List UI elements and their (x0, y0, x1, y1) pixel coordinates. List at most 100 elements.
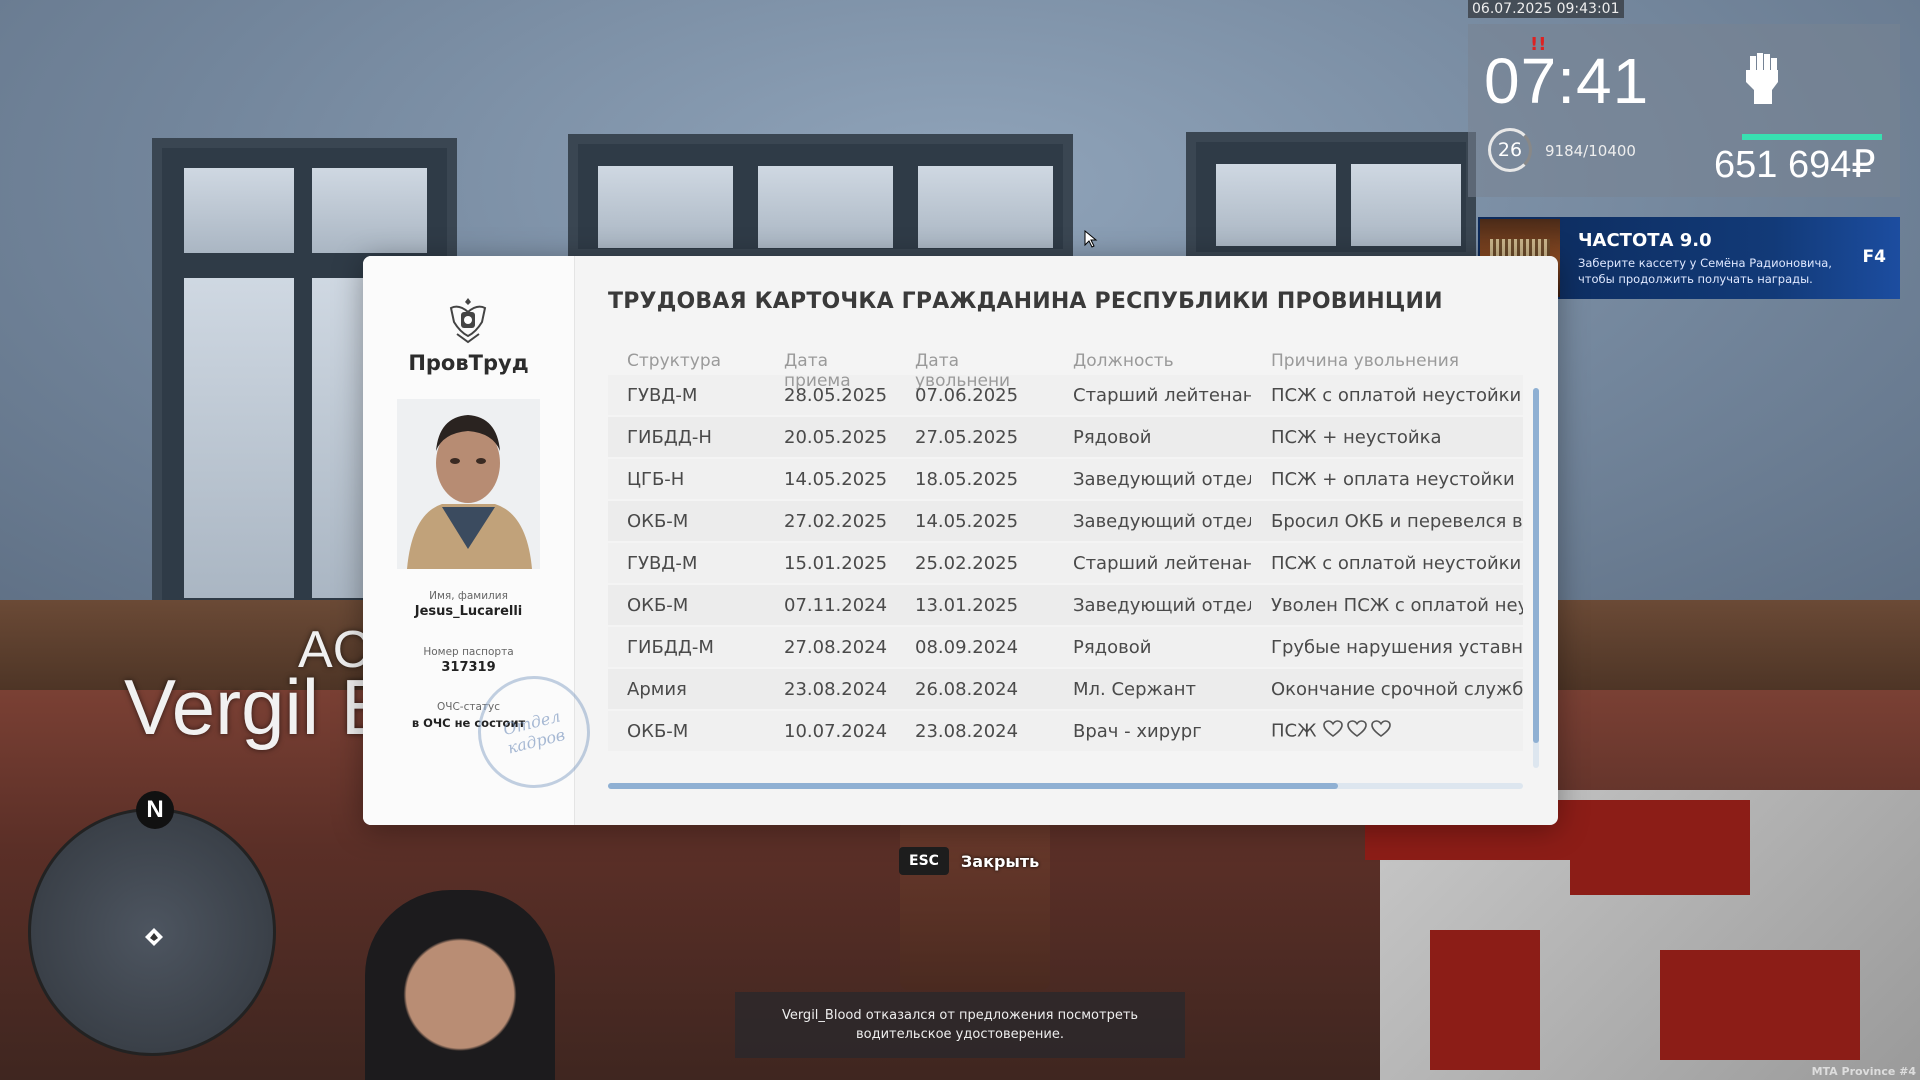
cell-text: Окончание срочной службы. (1271, 678, 1523, 700)
fist-icon (1738, 50, 1786, 119)
table-cell: ГУВД-М (608, 553, 765, 574)
esc-key[interactable]: ESC (899, 847, 949, 875)
vertical-scrollbar[interactable] (1533, 388, 1539, 768)
hud-panel: !! 07:41 26 9184/10400 651 694₽ (1468, 24, 1900, 197)
column-header: Дата приема (784, 351, 851, 391)
table-cell: ОКБ-М (608, 595, 765, 616)
passport-value: 317319 (441, 660, 496, 675)
money-balance: 651 694₽ (1714, 144, 1876, 186)
table-cell: Армия (608, 679, 765, 700)
cell-text: 27.02.2025 (784, 510, 888, 532)
citizen-photo (397, 399, 540, 569)
table-cell: 13.01.2025 (898, 595, 1056, 616)
cell-text: 26.08.2024 (915, 678, 1019, 700)
cell-text: Грубые нарушения уставных , (1271, 636, 1523, 658)
table-row[interactable]: ГИБДД-Н 20.05.2025 27.05.2025 Рядовой ПСЖ + … (608, 417, 1523, 457)
close-hint[interactable]: ESC Закрыть (899, 847, 1039, 875)
table-cell: 14.05.2025 (898, 511, 1056, 532)
column-header: Структура (627, 351, 722, 371)
table-cell: 10.07.2024 (765, 721, 898, 742)
cell-text: ПСЖ + неустойка (1271, 426, 1442, 448)
table-row[interactable]: Армия 23.08.2024 26.08.2024 Мл. Сержант Окон… (608, 669, 1523, 709)
table-cell: Старший лейтенант (1056, 553, 1251, 574)
table-cell: ПСЖ + оплата неустойки (1251, 469, 1523, 490)
table-cell: ОКБ-М (608, 721, 765, 742)
table-row[interactable]: ГИБДД-М 27.08.2024 08.09.2024 Рядовой Грубые… (608, 627, 1523, 667)
cell-text: ГИБДД-Н (627, 426, 712, 448)
cell-text: ГУВД-М (627, 552, 698, 574)
cell-text: 07.11.2024 (784, 594, 888, 616)
cell-text: Бросил ОКБ и перевелся в Ц (1271, 510, 1523, 532)
table-cell: 07.06.2025 (898, 385, 1056, 406)
cell-text: Заведующий отделе (1073, 468, 1251, 490)
table-cell: Грубые нарушения уставных , (1251, 637, 1523, 658)
cell-text: ПСЖ с оплатой неустойки (1271, 384, 1522, 406)
table-cell: 14.05.2025 (765, 469, 898, 490)
window-right (1186, 132, 1476, 262)
name-label: Имя, фамилия (429, 590, 508, 602)
table-cell: 08.09.2024 (898, 637, 1056, 658)
table-cell: 23.08.2024 (765, 679, 898, 700)
table-body[interactable]: ГУВД-М 28.05.2025 07.06.2025 Старший лейтен… (608, 375, 1523, 751)
horizontal-scrollbar[interactable] (608, 783, 1523, 789)
card-title: ТРУДОВАЯ КАРТОЧКА ГРАЖДАНИНА РЕСПУБЛИКИ … (608, 289, 1443, 314)
cell-text: 27.05.2025 (915, 426, 1019, 448)
table-row[interactable]: ГУВД-М 15.01.2025 25.02.2025 Старший лейтен… (608, 543, 1523, 583)
radio-subtitle: Заберите кассету у Семёна Радионовича, ч… (1578, 256, 1832, 286)
table-row[interactable]: ЦГБ-Н 14.05.2025 18.05.2025 Заведующий отде… (608, 459, 1523, 499)
level-badge: 26 (1488, 128, 1532, 172)
brand-title: ПровТруд (408, 351, 529, 375)
table-cell: ГИБДД-Н (608, 427, 765, 448)
cell-text: 14.05.2025 (784, 468, 888, 490)
cell-text: 15.01.2025 (784, 552, 888, 574)
table-cell: Окончание срочной службы. (1251, 679, 1523, 700)
table-cell: ГУВД-М (608, 385, 765, 406)
table-cell: 07.11.2024 (765, 595, 898, 616)
table-cell: 27.02.2025 (765, 511, 898, 532)
table-cell: 15.01.2025 (765, 553, 898, 574)
table-cell: ПСЖ с оплатой неустойки (1251, 385, 1523, 406)
close-label[interactable]: Закрыть (961, 852, 1039, 871)
notification-message: Vergil_Blood отказался от предложения по… (735, 992, 1185, 1058)
heart-icon (1370, 719, 1391, 743)
table-cell: 27.05.2025 (898, 427, 1056, 448)
world-label-name: Vergil B (124, 663, 393, 751)
heart-icon (1346, 719, 1367, 743)
cell-text: 14.05.2025 (915, 510, 1019, 532)
heart-icon (1322, 719, 1343, 743)
cell-text: ПСЖ + оплата неустойки (1271, 468, 1515, 490)
cell-text: 23.08.2024 (784, 678, 888, 700)
vertical-scroll-thumb[interactable] (1533, 388, 1539, 743)
table-cell: Старший лейтенант (1056, 385, 1251, 406)
table-row[interactable]: ОКБ-М 27.02.2025 14.05.2025 Заведующий отде… (608, 501, 1523, 541)
passport-label: Номер паспорта (423, 646, 514, 658)
horizontal-scroll-thumb[interactable] (608, 783, 1338, 789)
north-indicator: N (136, 791, 174, 829)
cell-text: Старший лейтенант (1073, 384, 1251, 406)
table-row[interactable]: ГУВД-М 28.05.2025 07.06.2025 Старший лейтен… (608, 375, 1523, 415)
coat-of-arms-icon (445, 294, 491, 346)
character-standing (900, 820, 1050, 990)
table-cell: 20.05.2025 (765, 427, 898, 448)
column-header: Должность (1073, 351, 1174, 371)
table-cell: Уволен ПСЖ с оплатой неуст (1251, 595, 1523, 616)
cell-text: Заведующий отделе (1073, 510, 1251, 532)
employment-table: Структура Дата приема Дата увольнени Должно… (608, 351, 1523, 751)
cell-text: 20.05.2025 (784, 426, 888, 448)
cell-text: 10.07.2024 (784, 720, 888, 742)
table-row[interactable]: ОКБ-М 07.11.2024 13.01.2025 Заведующий отде… (608, 585, 1523, 625)
table-cell: Бросил ОКБ и перевелся в Ц (1251, 511, 1523, 532)
table-cell: Рядовой (1056, 427, 1251, 448)
table-cell: Заведующий отделе (1056, 595, 1251, 616)
cell-text: Рядовой (1073, 426, 1152, 448)
crate-red (1660, 950, 1860, 1060)
window-middle (568, 134, 1073, 259)
work-card-modal: ПровТруд Имя, фамилия Jesus_Lucarelli Но… (363, 256, 1558, 825)
table-cell: 23.08.2024 (898, 721, 1056, 742)
name-value: Jesus_Lucarelli (414, 604, 523, 619)
table-cell: ПСЖ с оплатой неустойки (1251, 553, 1523, 574)
cell-text: Уволен ПСЖ с оплатой неуст (1271, 594, 1523, 616)
table-row[interactable]: ОКБ-М 10.07.2024 23.08.2024 Врач - хирург ПС… (608, 711, 1523, 751)
cell-text: ПСЖ (1271, 720, 1317, 741)
cell-text: ГУВД-М (627, 384, 698, 406)
